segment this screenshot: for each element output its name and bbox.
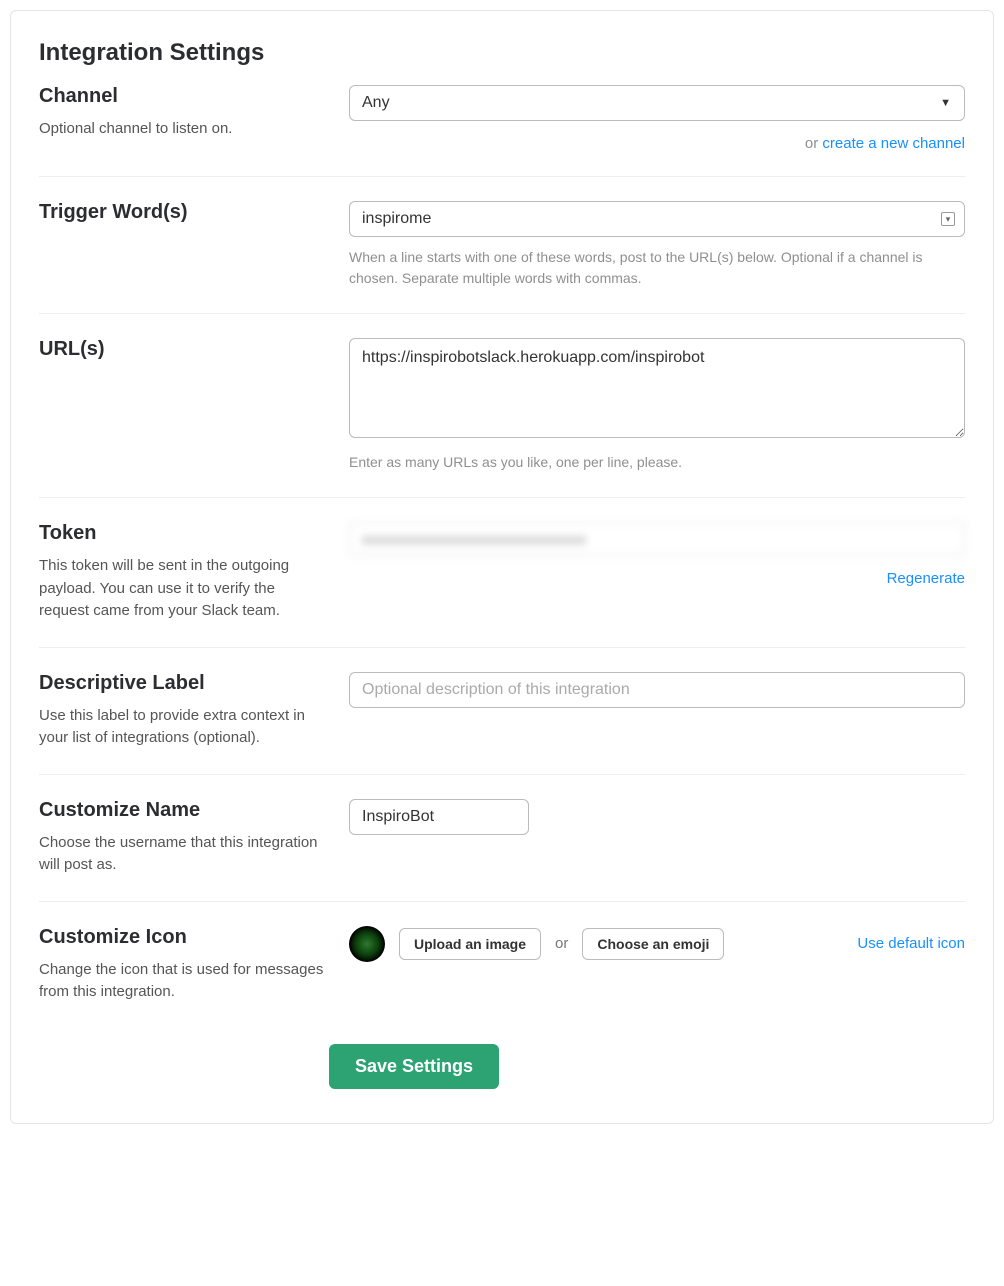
trigger-input[interactable] bbox=[349, 201, 965, 237]
or-text: or bbox=[555, 935, 568, 952]
icon-preview bbox=[349, 926, 385, 962]
icon-row: Upload an image or Choose an emoji Use d… bbox=[349, 926, 965, 962]
section-channel: Channel Optional channel to listen on. A… bbox=[39, 85, 965, 177]
icon-desc: Change the icon that is used for message… bbox=[39, 959, 329, 1004]
regenerate-link[interactable]: Regenerate bbox=[887, 570, 965, 587]
channel-heading: Channel bbox=[39, 85, 329, 108]
name-desc: Choose the username that this integratio… bbox=[39, 832, 329, 877]
save-button[interactable]: Save Settings bbox=[329, 1044, 499, 1089]
urls-helper: Enter as many URLs as you like, one per … bbox=[349, 452, 965, 473]
label-input[interactable] bbox=[349, 672, 965, 708]
section-token: Token This token will be sent in the out… bbox=[39, 522, 965, 648]
choose-emoji-button[interactable]: Choose an emoji bbox=[582, 928, 724, 960]
section-urls: URL(s) Enter as many URLs as you like, o… bbox=[39, 338, 965, 498]
name-heading: Customize Name bbox=[39, 799, 329, 822]
channel-select-wrap: Any ▼ bbox=[349, 85, 965, 121]
section-name: Customize Name Choose the username that … bbox=[39, 799, 965, 902]
or-label: or bbox=[805, 135, 823, 152]
name-input[interactable] bbox=[349, 799, 529, 835]
label-desc: Use this label to provide extra context … bbox=[39, 705, 329, 750]
urls-textarea[interactable] bbox=[349, 338, 965, 438]
trigger-heading: Trigger Word(s) bbox=[39, 201, 329, 224]
upload-image-button[interactable]: Upload an image bbox=[399, 928, 541, 960]
use-default-icon-link[interactable]: Use default icon bbox=[857, 935, 965, 952]
section-label: Descriptive Label Use this label to prov… bbox=[39, 672, 965, 775]
section-icon: Customize Icon Change the icon that is u… bbox=[39, 926, 965, 1004]
trigger-helper: When a line starts with one of these wor… bbox=[349, 247, 965, 289]
channel-link-row: or create a new channel bbox=[349, 135, 965, 152]
channel-desc: Optional channel to listen on. bbox=[39, 118, 329, 141]
urls-heading: URL(s) bbox=[39, 338, 329, 361]
save-row: Save Settings bbox=[39, 1004, 965, 1089]
token-heading: Token bbox=[39, 522, 329, 545]
label-heading: Descriptive Label bbox=[39, 672, 329, 695]
token-field: xxxxxxxxxxxxxxxxxxxxxxxxxxxxxxxx bbox=[349, 522, 965, 556]
channel-select[interactable]: Any bbox=[349, 85, 965, 121]
token-desc: This token will be sent in the outgoing … bbox=[39, 555, 329, 623]
page-title: Integration Settings bbox=[39, 39, 965, 67]
section-trigger: Trigger Word(s) ▾ When a line starts wit… bbox=[39, 201, 965, 314]
icon-heading: Customize Icon bbox=[39, 926, 329, 949]
settings-card: Integration Settings Channel Optional ch… bbox=[10, 10, 994, 1124]
create-channel-link[interactable]: create a new channel bbox=[822, 135, 965, 152]
